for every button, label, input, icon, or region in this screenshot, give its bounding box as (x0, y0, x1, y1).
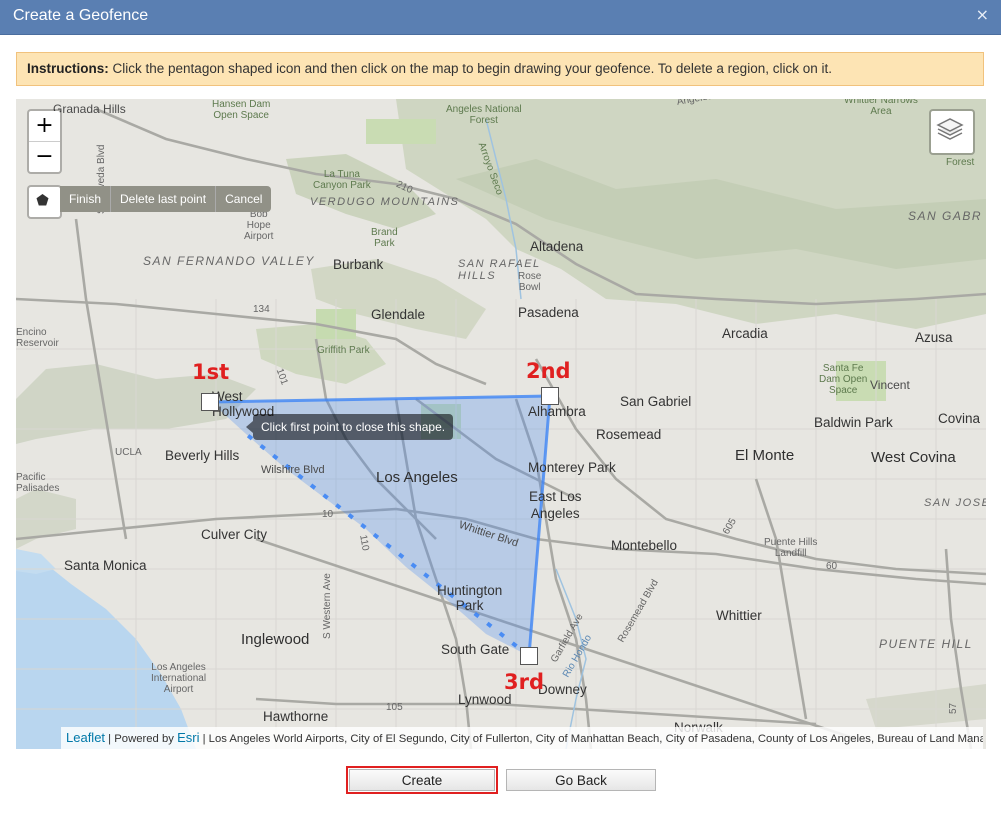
map-label: Hawthorne (263, 709, 329, 724)
map-label: Granada Hills (53, 102, 126, 116)
map-label: Angeles National Forest (446, 104, 522, 126)
map-label: West Covina (871, 449, 956, 466)
map-label: Beverly Hills (165, 448, 240, 463)
map-label: Santa Monica (64, 558, 147, 573)
map-label: SAN FERNANDO VALLEY (143, 254, 315, 268)
instructions-text: Click the pentagon shaped icon and then … (108, 61, 832, 76)
map-label: Covina (938, 411, 981, 426)
map-label: Forest (946, 157, 975, 168)
instructions-label: Instructions: (27, 61, 109, 76)
create-button[interactable]: Create (349, 769, 495, 791)
delete-last-point-button[interactable]: Delete last point (110, 186, 215, 212)
draw-polygon-button[interactable] (27, 185, 62, 219)
esri-link[interactable]: Esri (177, 730, 199, 745)
map-label: Arcadia (722, 326, 768, 341)
annotation-first: 1st (192, 360, 230, 384)
map-label: South Gate (441, 642, 510, 657)
map-label: Encino Reservoir (16, 327, 59, 349)
map-label: Monterey Park (528, 460, 616, 475)
map-label: Altadena (530, 239, 584, 254)
map-label: Montebello (611, 538, 678, 553)
map-label: Rose Bowl (518, 271, 542, 293)
map-label: El Monte (735, 447, 795, 464)
dialog-titlebar: Create a Geofence × (0, 0, 1001, 35)
vertex-marker-3[interactable] (520, 647, 538, 665)
map-label: Whittier (716, 608, 762, 623)
map-label: Azusa (915, 330, 953, 345)
map-label: Whittier Narrows Area (844, 99, 918, 117)
map-label: VERDUGO MOUNTAINS (310, 196, 460, 208)
cancel-drawing-button[interactable]: Cancel (215, 186, 271, 212)
map-label: Alhambra (528, 404, 586, 419)
layers-button[interactable] (929, 109, 975, 155)
map-label: Vincent (870, 378, 910, 392)
map-label: East Los Angeles (529, 489, 582, 521)
map-label: PUENTE HILL (879, 637, 973, 651)
map-label: Griffith Park (317, 345, 370, 356)
map-label: SAN GABR (908, 209, 983, 223)
map-label: Los Angeles (376, 469, 458, 486)
go-back-button[interactable]: Go Back (506, 769, 656, 791)
annotation-third: 3rd (504, 670, 545, 694)
instructions-banner: Instructions: Click the pentagon shaped … (16, 52, 984, 86)
attribution-powered: | Powered by (105, 733, 178, 745)
layers-icon (936, 118, 964, 140)
map-label: 60 (826, 561, 838, 572)
map-label: Inglewood (241, 631, 310, 648)
map-label: Burbank (333, 257, 384, 272)
map-attribution: Leaflet | Powered by Esri | Los Angeles … (61, 727, 983, 749)
map-label: Hansen Dam Open Space (212, 99, 271, 121)
map-label: Culver City (201, 527, 268, 542)
dialog-title: Create a Geofence (13, 7, 149, 24)
map-label: Glendale (371, 307, 426, 322)
close-icon[interactable]: × (976, 5, 989, 24)
map-label: Pasadena (518, 305, 579, 320)
zoom-out-button[interactable]: − (29, 142, 60, 172)
map-label: Baldwin Park (814, 415, 893, 430)
map-label: Brand Park (371, 227, 398, 249)
annotation-second: 2nd (526, 359, 571, 383)
map-label: Santa Fe Dam Open Space (819, 363, 868, 396)
map-label: 57 (948, 702, 959, 714)
map-label: 10 (322, 509, 334, 520)
map-label: Pacific Palisades (16, 472, 60, 494)
map-label: San Gabriel (620, 394, 692, 409)
leaflet-link[interactable]: Leaflet (66, 730, 105, 745)
draw-tooltip: Click first point to close this shape. (245, 414, 454, 440)
map-label: Los Angeles International Airport (151, 662, 207, 695)
vertex-marker-2[interactable] (541, 387, 559, 405)
map-label: Bob Hope Airport (244, 209, 274, 242)
attribution-sources: | Los Angeles World Airports, City of El… (199, 733, 983, 745)
zoom-in-button[interactable]: + (29, 111, 60, 142)
map-canvas[interactable]: Granada Hills Hansen Dam Open Space Ange… (16, 99, 986, 749)
map-label: 105 (386, 702, 403, 713)
map-label: Huntington Park (437, 583, 503, 613)
map-label: S Western Ave (322, 573, 333, 639)
map-label: La Tuna Canyon Park (313, 169, 371, 191)
map-label: Wilshire Blvd (261, 464, 325, 476)
map-label: Lynwood (458, 692, 512, 707)
map-label: Rosemead (596, 427, 662, 442)
finish-button[interactable]: Finish (60, 186, 110, 212)
vertex-marker-1[interactable] (201, 393, 219, 411)
map-label: Downey (538, 682, 587, 697)
zoom-control: + − (27, 109, 62, 174)
map-label: Puente Hills Landfill (764, 537, 818, 559)
draw-actions-toolbar: Finish Delete last point Cancel (60, 186, 272, 212)
map-label: SAN JOSE (924, 497, 986, 509)
map-label: UCLA (115, 447, 142, 458)
pentagon-icon (36, 194, 49, 206)
map-label: 134 (253, 304, 270, 315)
